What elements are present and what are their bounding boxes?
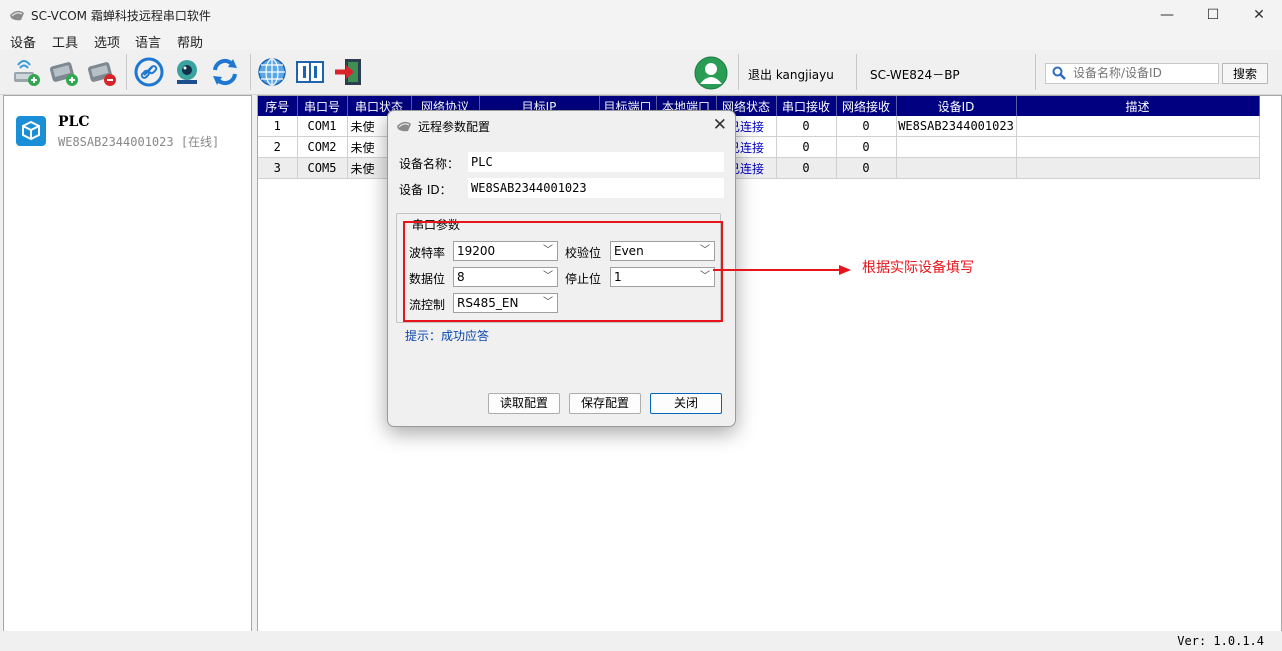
table-cell: 0 <box>776 157 837 179</box>
device-model-label: SC-WE824－BP <box>870 68 960 82</box>
device-id-status: WE8SAB2344001023 [在线] <box>58 135 220 149</box>
search-box[interactable] <box>1045 63 1219 84</box>
column-header[interactable]: 设备ID <box>896 96 1017 116</box>
version-label: Ver: 1.0.1.4 <box>1177 634 1264 648</box>
table-cell <box>896 157 1017 179</box>
table-cell: COM2 <box>297 136 348 158</box>
search-button[interactable]: 搜索 <box>1222 63 1268 84</box>
device-id-label: 设备 ID： <box>399 183 452 197</box>
globe-icon[interactable] <box>256 56 290 88</box>
menu-language[interactable]: 语言 <box>135 32 161 51</box>
add-device-icon[interactable] <box>10 56 44 88</box>
table-cell: 0 <box>836 116 897 137</box>
menu-help[interactable]: 帮助 <box>177 32 203 51</box>
dialog-title: 远程参数配置 <box>418 120 491 134</box>
table-cell: 0 <box>776 116 837 137</box>
title-bar: SC-VCOM 霜蝉科技远程串口软件 — ☐ ✕ <box>0 0 1282 30</box>
column-header[interactable]: 串口号 <box>297 96 348 116</box>
device-list-item[interactable]: PLC WE8SAB2344001023 [在线] <box>16 114 236 150</box>
minimize-button[interactable]: — <box>1144 0 1190 30</box>
camera-icon[interactable] <box>171 56 205 88</box>
table-cell: COM5 <box>297 157 348 179</box>
device-list-panel: PLC WE8SAB2344001023 [在线] <box>3 95 252 632</box>
window-title: SC-VCOM 霜蝉科技远程串口软件 <box>31 9 211 23</box>
device-cube-icon <box>16 116 46 146</box>
annotation-text: 根据实际设备填写 <box>862 260 974 276</box>
user-avatar-icon[interactable] <box>694 56 728 90</box>
table-cell: WE8SAB2344001023 <box>896 116 1017 137</box>
table-cell <box>896 136 1017 158</box>
manual-icon[interactable] <box>294 56 328 88</box>
logout-user-link[interactable]: 退出 kangjiayu <box>748 66 834 83</box>
table-cell: 1 <box>258 116 298 137</box>
toolbar-separator <box>250 54 251 90</box>
add-network-device-icon[interactable] <box>48 56 82 88</box>
remove-device-icon[interactable] <box>86 56 120 88</box>
refresh-icon[interactable] <box>209 56 243 88</box>
menu-tools[interactable]: 工具 <box>52 32 78 51</box>
exit-icon[interactable] <box>332 56 366 88</box>
menu-options[interactable]: 选项 <box>94 32 120 51</box>
status-bar: Ver: 1.0.1.4 <box>0 631 1282 651</box>
toolbar-separator <box>856 54 857 90</box>
column-header[interactable]: 序号 <box>258 96 298 116</box>
toolbar-separator <box>1035 54 1036 90</box>
device-name-field[interactable]: PLC <box>468 152 724 172</box>
table-cell: COM1 <box>297 116 348 137</box>
table-cell: 3 <box>258 157 298 179</box>
hint-text: 提示：成功应答 <box>405 329 490 343</box>
link-icon[interactable] <box>133 56 167 88</box>
table-cell: 0 <box>776 136 837 158</box>
table-cell: 0 <box>836 136 897 158</box>
table-cell <box>1016 136 1260 158</box>
column-header[interactable]: 串口接收 <box>776 96 837 116</box>
toolbar-separator <box>738 54 739 90</box>
menu-bar: 设备 工具 选项 语言 帮助 <box>0 30 1282 51</box>
close-window-button[interactable]: ✕ <box>1236 0 1282 30</box>
menu-device[interactable]: 设备 <box>10 32 36 51</box>
toolbar-separator <box>126 54 127 90</box>
close-dialog-button[interactable]: 关闭 <box>650 393 722 414</box>
device-name: PLC <box>58 114 90 130</box>
table-cell: 2 <box>258 136 298 158</box>
device-id-field[interactable]: WE8SAB2344001023 <box>468 178 724 198</box>
app-logo-icon <box>10 10 24 21</box>
save-config-button[interactable]: 保存配置 <box>569 393 641 414</box>
column-header[interactable]: 网络接收 <box>836 96 897 116</box>
maximize-button[interactable]: ☐ <box>1190 0 1236 30</box>
annotation-highlight-box <box>403 221 723 322</box>
annotation-arrow-icon <box>713 265 851 275</box>
column-header[interactable]: 描述 <box>1016 96 1260 116</box>
table-cell <box>1016 157 1260 179</box>
search-input[interactable] <box>1073 65 1213 81</box>
dialog-close-icon[interactable]: ✕ <box>713 115 727 135</box>
device-name-label: 设备名称： <box>399 157 460 171</box>
search-icon <box>1052 66 1066 80</box>
table-cell <box>1016 116 1260 137</box>
table-cell: 0 <box>836 157 897 179</box>
read-config-button[interactable]: 读取配置 <box>488 393 560 414</box>
app-logo-icon <box>397 121 411 132</box>
